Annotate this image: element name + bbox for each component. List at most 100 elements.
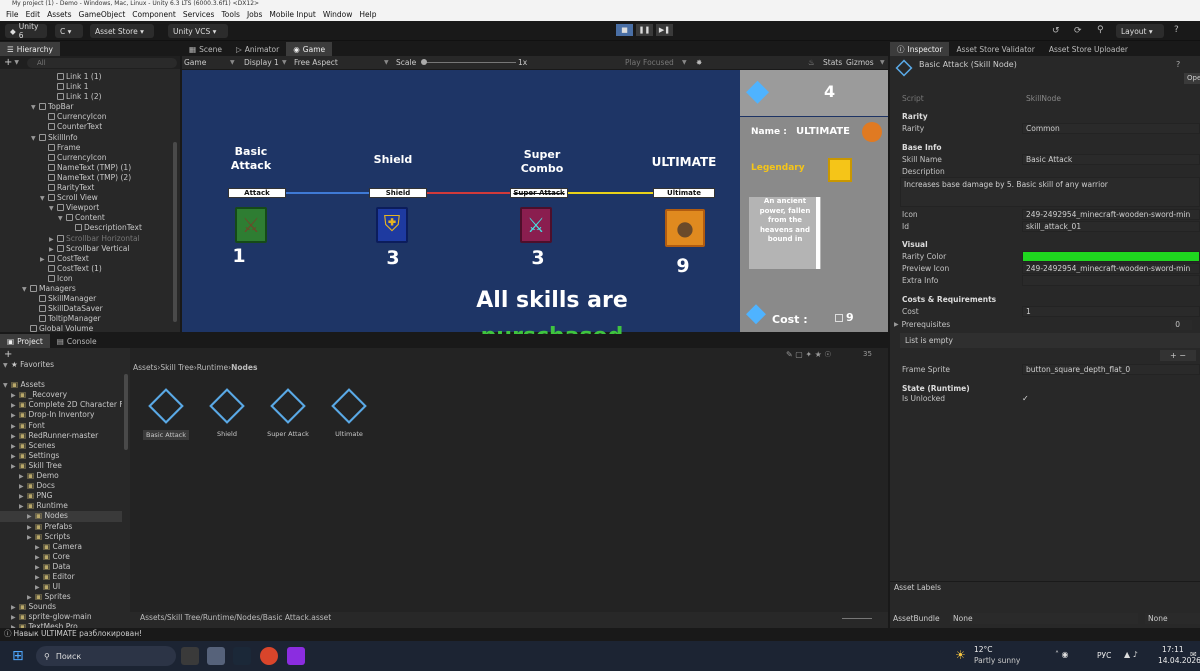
folder-item[interactable]: ▶ ▣ sprite-glow-main bbox=[0, 612, 122, 622]
breadcrumb-item[interactable]: Runtime bbox=[197, 363, 228, 372]
hierarchy-search-input[interactable]: All bbox=[27, 57, 178, 68]
hierarchy-item[interactable]: ToltipManager bbox=[0, 314, 180, 324]
assetbundle-dropdown[interactable]: None bbox=[950, 613, 1138, 624]
menu-item[interactable]: Edit bbox=[26, 10, 41, 19]
expand-arrow-icon[interactable]: ▼ bbox=[49, 204, 57, 213]
folder-item[interactable]: ▶ ▣ Prefabs bbox=[0, 522, 122, 532]
windows-start-icon[interactable]: ⊞ bbox=[12, 649, 24, 663]
tab-project[interactable]: ▣ Project bbox=[0, 334, 50, 348]
expand-arrow-icon[interactable]: ▶ bbox=[19, 492, 27, 501]
folder-item[interactable]: ▶ ▣ Sprites bbox=[0, 592, 122, 602]
hierarchy-item[interactable]: ▼ TopBar bbox=[0, 102, 180, 112]
hierarchy-item[interactable]: ▶ Scrollbar Vertical bbox=[0, 244, 180, 254]
unity-app-icon[interactable] bbox=[207, 647, 225, 665]
description-scrollbar[interactable] bbox=[816, 197, 820, 269]
folder-item[interactable]: ▶ ▣ UI bbox=[0, 582, 122, 592]
play-button[interactable]: ■ bbox=[616, 24, 633, 36]
folder-item[interactable]: ▶ ▣ Camera bbox=[0, 542, 122, 552]
hierarchy-item[interactable]: ▶ CostText bbox=[0, 254, 180, 264]
add-icon[interactable]: + bbox=[4, 349, 12, 360]
steam-app-icon[interactable] bbox=[233, 647, 251, 665]
folder-item[interactable]: ▶ ▣ Settings bbox=[0, 451, 122, 461]
folder-item[interactable]: ▶ ▣ Drop-In Inventory bbox=[0, 410, 122, 420]
expand-arrow-icon[interactable]: ▶ bbox=[19, 482, 27, 491]
add-icon[interactable]: + bbox=[4, 57, 12, 68]
account-button[interactable]: ◆ Unity 6 bbox=[5, 22, 47, 40]
hierarchy-item[interactable]: Link 1 (2) bbox=[0, 92, 180, 102]
expand-arrow-icon[interactable]: ▼ bbox=[3, 381, 11, 390]
game-view[interactable]: Basic Attack Shield Super Combo ULTIMATE… bbox=[182, 70, 888, 332]
expand-arrow-icon[interactable]: ▶ bbox=[11, 452, 19, 461]
menu-item[interactable]: Window bbox=[323, 10, 353, 19]
hierarchy-item[interactable]: Global Volume bbox=[0, 324, 180, 334]
language-indicator[interactable]: РУС bbox=[1097, 651, 1111, 660]
icon-object-field[interactable]: 249-2492954_minecraft-wooden-sword-min bbox=[1022, 209, 1200, 220]
help-icon[interactable]: ? bbox=[1176, 60, 1180, 69]
id-input[interactable]: skill_attack_01 bbox=[1022, 221, 1200, 232]
expand-arrow-icon[interactable]: ▶ bbox=[11, 401, 19, 410]
expand-arrow-icon[interactable]: ▶ bbox=[49, 245, 57, 254]
menu-item[interactable]: Services bbox=[183, 10, 215, 19]
menu-item[interactable]: Component bbox=[132, 10, 176, 19]
expand-arrow-icon[interactable]: ▼ bbox=[31, 134, 39, 143]
skill-node-ultimate[interactable]: ● bbox=[665, 209, 705, 247]
description-textarea[interactable]: Increases base damage by 5. Basic skill … bbox=[900, 177, 1200, 207]
menu-item[interactable]: Help bbox=[359, 10, 376, 19]
rarity-dropdown[interactable]: Common bbox=[1022, 123, 1200, 134]
menu-item[interactable]: File bbox=[6, 10, 19, 19]
folder-item[interactable]: ▶ ▣ Font bbox=[0, 421, 122, 431]
folder-item[interactable]: ▶ ▣ Skill Tree bbox=[0, 461, 122, 471]
list-add-remove-buttons[interactable]: + − bbox=[1160, 350, 1196, 361]
hierarchy-item[interactable]: CounterText bbox=[0, 122, 180, 132]
folder-item[interactable]: ▶ ▣ Editor bbox=[0, 572, 122, 582]
folder-item[interactable]: ▶ ▣ Runtime bbox=[0, 501, 122, 511]
expand-arrow-icon[interactable]: ▶ bbox=[11, 613, 19, 622]
asset-super-attack[interactable]: Super Attack bbox=[258, 388, 318, 438]
asset-store-button[interactable]: Asset Store ▾ bbox=[90, 24, 154, 38]
hierarchy-scrollbar[interactable] bbox=[173, 142, 177, 322]
taskbar-search[interactable]: ⚲ Поиск bbox=[36, 646, 176, 666]
vcs-button[interactable]: Unity VCS ▾ bbox=[168, 24, 228, 38]
expand-arrow-icon[interactable]: ▶ bbox=[40, 255, 48, 264]
folder-item[interactable]: ▶ ▣ Nodes bbox=[0, 511, 122, 522]
assets-root-item[interactable]: ▼ ▣ Assets bbox=[0, 380, 122, 390]
expand-arrow-icon[interactable]: ▶ bbox=[27, 512, 35, 521]
folder-item[interactable]: ▶ ▣ Complete 2D Character F... bbox=[0, 400, 122, 410]
hierarchy-item[interactable]: DescriptionText bbox=[0, 223, 180, 233]
framesprite-object-field[interactable]: button_square_depth_flat_0 bbox=[1022, 364, 1200, 375]
folder-item[interactable]: ▶ ▣ _Recovery bbox=[0, 390, 122, 400]
audio-mute-icon[interactable]: ♨ bbox=[808, 58, 815, 67]
expand-arrow-icon[interactable]: ▶ bbox=[11, 391, 19, 400]
expand-arrow-icon[interactable]: ▼ bbox=[31, 103, 39, 112]
notifications-icon[interactable]: ✉ bbox=[1190, 650, 1197, 659]
cloud-button[interactable]: C ▾ bbox=[55, 24, 83, 38]
hierarchy-item[interactable]: CurrencyIcon bbox=[0, 153, 180, 163]
expand-arrow-icon[interactable]: ▶ bbox=[11, 603, 19, 612]
breadcrumb-item[interactable]: Nodes bbox=[231, 363, 257, 372]
expand-arrow-icon[interactable]: ▶ bbox=[35, 583, 43, 592]
expand-arrow-icon[interactable]: ▶ bbox=[19, 502, 27, 511]
tab-hierarchy[interactable]: ☰ Hierarchy bbox=[0, 42, 60, 56]
prereq-field[interactable]: ▶ Prerequisites 0 bbox=[894, 319, 1192, 330]
tray-icons[interactable]: ˄ ◉ bbox=[1055, 650, 1069, 659]
pause-button[interactable]: ❚❚ bbox=[636, 24, 653, 36]
menu-item[interactable]: Jobs bbox=[247, 10, 262, 19]
display-mode-dropdown[interactable]: Game bbox=[184, 58, 206, 67]
help-icon[interactable]: ? bbox=[1174, 25, 1179, 35]
folder-item[interactable]: ▶ ▣ RedRunner-master bbox=[0, 431, 122, 441]
open-button[interactable]: Open bbox=[1184, 73, 1200, 84]
step-button[interactable]: ▶❚ bbox=[656, 24, 673, 36]
hierarchy-item[interactable]: Frame bbox=[0, 143, 180, 153]
bug-icon[interactable]: ✸ bbox=[696, 58, 702, 67]
menu-item[interactable]: GameObject bbox=[79, 10, 126, 19]
hierarchy-item[interactable]: Link 1 (1) bbox=[0, 72, 180, 82]
rarity-color-picker[interactable] bbox=[1022, 251, 1200, 262]
extrainfo-input[interactable] bbox=[1022, 275, 1200, 286]
chevron-down-icon[interactable]: ▼ bbox=[14, 59, 19, 66]
asset-shield[interactable]: Shield bbox=[197, 388, 257, 438]
hierarchy-item[interactable]: Icon bbox=[0, 274, 180, 284]
tab-scene[interactable]: ▦ Scene bbox=[182, 42, 229, 56]
expand-arrow-icon[interactable]: ▶ bbox=[35, 563, 43, 572]
folder-item[interactable]: ▶ ▣ Sounds bbox=[0, 602, 122, 612]
menu-item[interactable]: Assets bbox=[47, 10, 71, 19]
